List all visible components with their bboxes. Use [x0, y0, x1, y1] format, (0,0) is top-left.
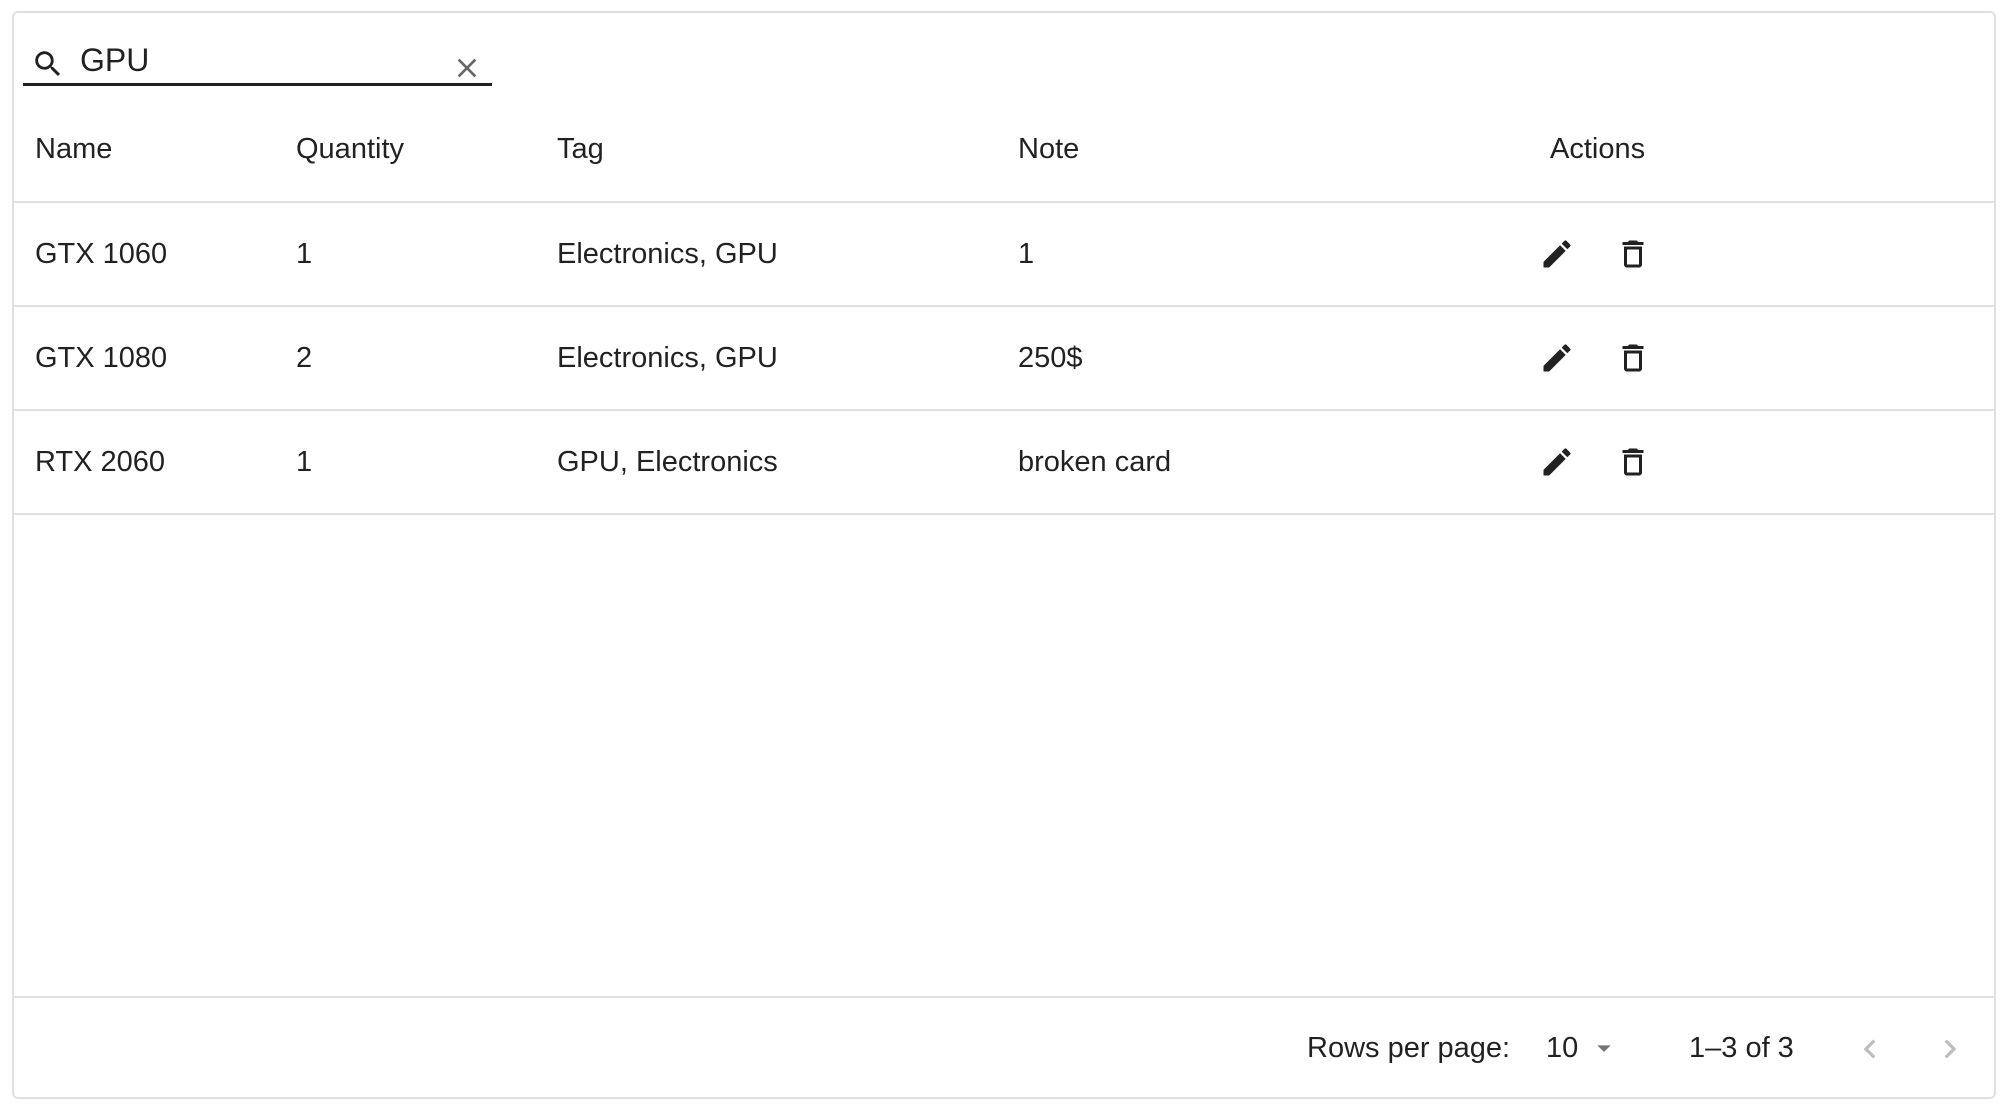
- cell-note: broken card: [1018, 446, 1172, 478]
- cell-quantity: 1: [296, 238, 313, 270]
- pagination-info: 1–3 of 3: [1689, 1032, 1794, 1064]
- delete-icon[interactable]: [1615, 340, 1651, 376]
- rows-per-page-value: 10: [1546, 1032, 1579, 1064]
- column-header-actions: Actions: [1550, 133, 1646, 165]
- rows-per-page-label: Rows per page:: [1307, 1032, 1511, 1064]
- edit-icon[interactable]: [1539, 236, 1575, 272]
- column-header-name[interactable]: Name: [35, 97, 112, 201]
- column-header-note[interactable]: Note: [1018, 97, 1079, 201]
- table-header: Name Quantity Tag Note Actions: [14, 97, 1994, 203]
- table-row[interactable]: GTX 1060 1 Electronics, GPU 1: [14, 203, 1994, 307]
- rows-per-page-select[interactable]: 10: [1544, 1020, 1624, 1076]
- cell-note: 250$: [1018, 342, 1083, 374]
- cell-note: 1: [1018, 238, 1035, 270]
- table-footer: Rows per page: 10 1–3 of 3: [14, 996, 1994, 1099]
- cell-tag: Electronics, GPU: [557, 238, 778, 270]
- search-input[interactable]: [80, 39, 420, 81]
- delete-icon[interactable]: [1615, 444, 1651, 480]
- arrow-drop-down-icon: [1597, 1045, 1611, 1052]
- data-grid: Name Quantity Tag Note Actions GTX 1060 …: [12, 11, 1996, 1099]
- cell-tag: Electronics, GPU: [557, 342, 778, 374]
- close-icon[interactable]: [451, 52, 483, 84]
- column-header-tag[interactable]: Tag: [557, 97, 604, 201]
- table-row[interactable]: GTX 1080 2 Electronics, GPU 250$: [14, 307, 1994, 411]
- cell-quantity: 1: [296, 446, 313, 478]
- column-header-quantity[interactable]: Quantity: [296, 97, 404, 201]
- delete-icon[interactable]: [1615, 236, 1651, 272]
- edit-icon[interactable]: [1539, 340, 1575, 376]
- cell-name: GTX 1060: [35, 238, 168, 270]
- search-box: [23, 29, 492, 86]
- cell-name: RTX 2060: [35, 446, 166, 478]
- chevron-right-icon[interactable]: [1931, 1030, 1969, 1068]
- cell-quantity: 2: [296, 342, 313, 374]
- cell-tag: GPU, Electronics: [557, 446, 778, 478]
- edit-icon[interactable]: [1539, 444, 1575, 480]
- cell-name: GTX 1080: [35, 342, 168, 374]
- table-row[interactable]: RTX 2060 1 GPU, Electronics broken card: [14, 411, 1994, 515]
- chevron-left-icon[interactable]: [1851, 1030, 1889, 1068]
- search-icon: [35, 51, 61, 77]
